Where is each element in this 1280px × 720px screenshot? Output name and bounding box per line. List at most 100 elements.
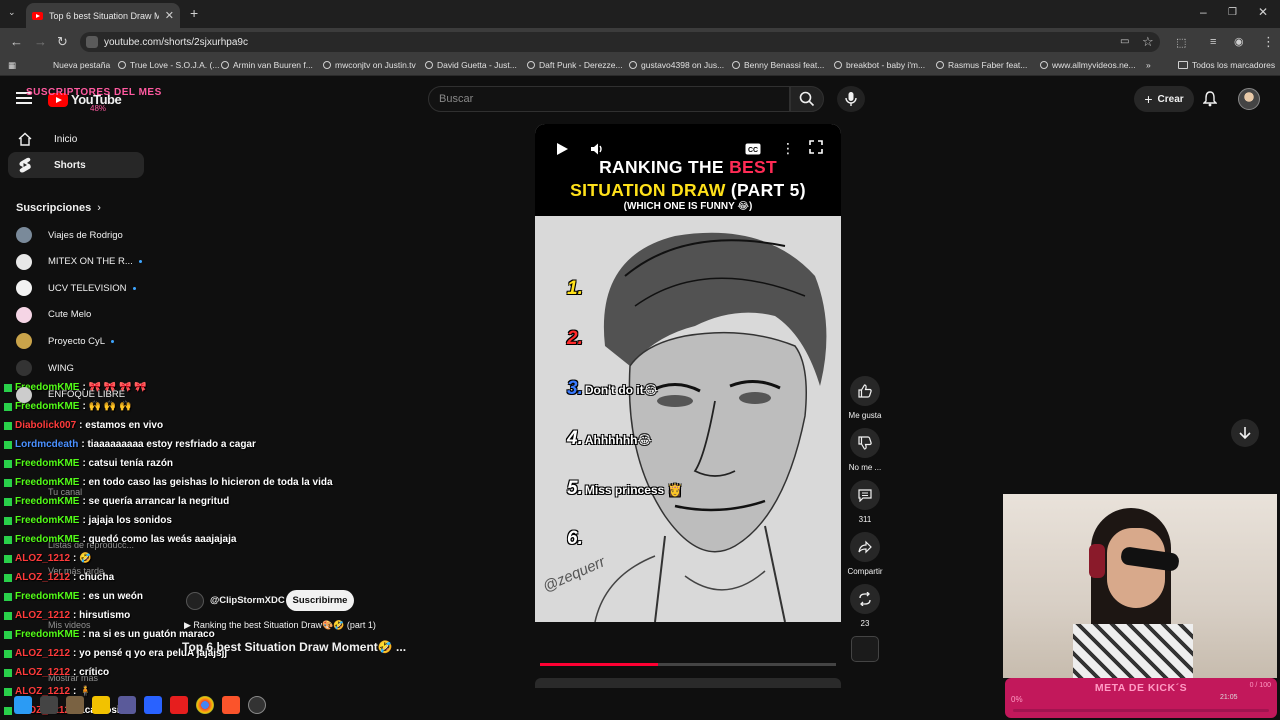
chat-username[interactable]: Lordmcdeath bbox=[15, 439, 78, 450]
remix-button[interactable]: 23 bbox=[846, 584, 884, 628]
subscribe-button[interactable]: Suscribirme bbox=[286, 590, 354, 611]
chat-username[interactable]: Diabolick007 bbox=[15, 420, 76, 431]
bookmark-item[interactable]: breakbot - baby i'm... bbox=[834, 60, 925, 70]
bookmark-item[interactable]: Armin van Buuren f... bbox=[221, 60, 313, 70]
create-button[interactable]: + Crear bbox=[1134, 86, 1194, 112]
minimize-icon[interactable]: – bbox=[1200, 5, 1207, 19]
bookmark-item[interactable]: mwconjtv on Justin.tv bbox=[323, 60, 416, 70]
subscription-name: Viajes de Rodrigo bbox=[48, 229, 123, 241]
file-explorer-icon[interactable] bbox=[92, 696, 110, 714]
youtube-app-icon[interactable] bbox=[170, 696, 188, 714]
profile-photo-icon[interactable] bbox=[66, 696, 84, 714]
subscription-item[interactable]: WING bbox=[16, 358, 74, 378]
chat-username[interactable]: ALOZ_1212 bbox=[15, 610, 70, 621]
next-short-preview[interactable] bbox=[535, 678, 841, 688]
sidebar-item-shorts[interactable]: Shorts bbox=[8, 152, 144, 178]
search-input[interactable]: Buscar bbox=[428, 86, 790, 112]
chat-username[interactable]: FreedomKME bbox=[15, 477, 79, 488]
reading-list-icon[interactable]: ≡ bbox=[1210, 36, 1216, 48]
windows-start-icon[interactable] bbox=[14, 696, 32, 714]
share-button[interactable]: Compartir bbox=[846, 532, 884, 576]
like-button[interactable]: Me gusta bbox=[846, 376, 884, 420]
task-view-icon[interactable] bbox=[40, 696, 58, 714]
next-short-button[interactable] bbox=[1231, 419, 1259, 447]
chat-username[interactable]: ALOZ_1212 bbox=[15, 572, 70, 583]
more-options-icon[interactable]: ⋮ bbox=[781, 140, 795, 157]
app-icon[interactable] bbox=[118, 696, 136, 714]
sound-thumbnail[interactable] bbox=[851, 636, 879, 662]
subscription-item[interactable]: MITEX ON THE R... bbox=[16, 252, 142, 272]
bookmark-item[interactable]: David Guetta - Just... bbox=[425, 60, 517, 70]
bookmark-item[interactable]: True Love - S.O.J.A. (... bbox=[118, 60, 219, 70]
chat-username[interactable]: ALOZ_1212 bbox=[15, 667, 70, 678]
shorts-player[interactable]: CC ⋮ RANKING THE BEST SITUATION DRAW (PA… bbox=[535, 124, 841, 622]
apps-icon[interactable]: ▦ bbox=[8, 60, 16, 71]
kick-badge-icon bbox=[4, 611, 12, 620]
subscription-item[interactable]: Cute Melo bbox=[16, 305, 91, 325]
bookmark-item[interactable]: Daft Punk - Derezze... bbox=[527, 60, 623, 70]
cast-icon[interactable]: ▭ bbox=[1120, 36, 1129, 47]
brave-icon[interactable] bbox=[222, 696, 240, 714]
back-icon[interactable]: ← bbox=[10, 34, 23, 49]
chat-username[interactable]: FreedomKME bbox=[15, 496, 79, 507]
sidebar-item-inicio[interactable]: Inicio bbox=[8, 126, 144, 152]
bookmark-item[interactable]: Nueva pestaña bbox=[53, 60, 110, 70]
chat-username[interactable]: FreedomKME bbox=[15, 629, 79, 640]
live-indicator bbox=[111, 339, 115, 343]
channel-avatar[interactable] bbox=[186, 592, 204, 610]
bookmark-star-icon[interactable]: ☆ bbox=[1142, 34, 1154, 50]
tab-search-icon[interactable]: ⌄ bbox=[8, 7, 16, 18]
extensions-icon[interactable]: ⬚ bbox=[1176, 36, 1186, 49]
chat-username[interactable]: ALOZ_1212 bbox=[15, 648, 70, 659]
chat-text: : 🤣 bbox=[73, 553, 92, 564]
outlook-icon[interactable] bbox=[144, 696, 162, 714]
url-text: youtube.com/shorts/2sjxurhpa9c bbox=[104, 36, 248, 48]
dislike-button[interactable]: No me ... bbox=[846, 428, 884, 472]
bookmark-item[interactable]: www.allmyvideos.ne... bbox=[1040, 60, 1136, 70]
site-info-icon[interactable] bbox=[86, 36, 98, 48]
rank-item: 5. Miss princess 👸 bbox=[567, 478, 683, 500]
subscription-item[interactable]: UCV TELEVISION bbox=[16, 278, 136, 298]
subscription-item[interactable]: Proyecto CyL bbox=[16, 331, 115, 351]
new-tab-icon[interactable]: + bbox=[190, 5, 198, 21]
channel-avatar bbox=[16, 386, 32, 403]
video-title: Top 6 best Situation Draw Moment🤣 ... bbox=[182, 640, 407, 654]
obs-icon[interactable] bbox=[248, 696, 266, 714]
browser-tab[interactable]: Top 6 best Situation Draw Moment ✕ bbox=[26, 3, 180, 28]
voice-search-button[interactable] bbox=[837, 86, 865, 112]
more-bookmarks-icon[interactable]: » bbox=[1146, 60, 1151, 70]
all-bookmarks[interactable]: Todos los marcadores bbox=[1178, 60, 1275, 70]
chat-username[interactable]: FreedomKME bbox=[15, 458, 79, 469]
chat-message: FreedomKME: catsui tenía razón bbox=[4, 458, 173, 469]
window-close-icon[interactable]: ✕ bbox=[1258, 5, 1268, 19]
search-button[interactable] bbox=[790, 86, 824, 112]
subscriptions-header[interactable]: Suscripciones › bbox=[16, 202, 101, 214]
tab-close-icon[interactable]: ✕ bbox=[165, 9, 174, 22]
browser-tab-bar: ⌄ Top 6 best Situation Draw Moment ✕ + –… bbox=[0, 0, 1280, 28]
bookmark-item[interactable]: gustavo4398 on Jus... bbox=[629, 60, 724, 70]
profile-icon[interactable]: ◉ bbox=[1234, 35, 1244, 48]
address-bar[interactable]: youtube.com/shorts/2sjxurhpa9c bbox=[80, 32, 1160, 52]
reload-icon[interactable]: ↻ bbox=[57, 34, 68, 50]
video-progress-bar[interactable] bbox=[540, 663, 836, 666]
chat-username[interactable]: FreedomKME bbox=[15, 515, 79, 526]
channel-handle[interactable]: @ClipStormXDC bbox=[210, 595, 285, 606]
bookmark-item[interactable]: Rasmus Faber feat... bbox=[936, 60, 1027, 70]
account-avatar[interactable] bbox=[1238, 88, 1260, 110]
subscription-item[interactable]: Viajes de Rodrigo bbox=[16, 225, 123, 245]
menu-icon[interactable]: ⋮ bbox=[1262, 34, 1275, 50]
chat-username[interactable]: FreedomKME bbox=[15, 591, 79, 602]
notifications-bell-icon[interactable] bbox=[1202, 91, 1218, 110]
maximize-icon[interactable]: ❐ bbox=[1228, 7, 1237, 18]
bookmark-item[interactable]: Benny Benassi feat... bbox=[732, 60, 824, 70]
fullscreen-icon[interactable] bbox=[809, 140, 823, 157]
chat-message: ALOZ_1212: crítico bbox=[4, 667, 109, 678]
captions-icon[interactable]: CC bbox=[745, 143, 761, 158]
subscription-item[interactable]: ENFOQUE LIBRE bbox=[16, 385, 125, 405]
chrome-icon[interactable] bbox=[196, 696, 214, 714]
forward-icon[interactable]: → bbox=[34, 34, 47, 49]
chat-username[interactable]: ALOZ_1212 bbox=[15, 553, 70, 564]
comments-button[interactable]: 311 bbox=[846, 480, 884, 524]
chat-username[interactable]: FreedomKME bbox=[15, 534, 79, 545]
playlist-link[interactable]: ▶ Ranking the best Situation Draw🎨🤣 (par… bbox=[184, 620, 376, 631]
